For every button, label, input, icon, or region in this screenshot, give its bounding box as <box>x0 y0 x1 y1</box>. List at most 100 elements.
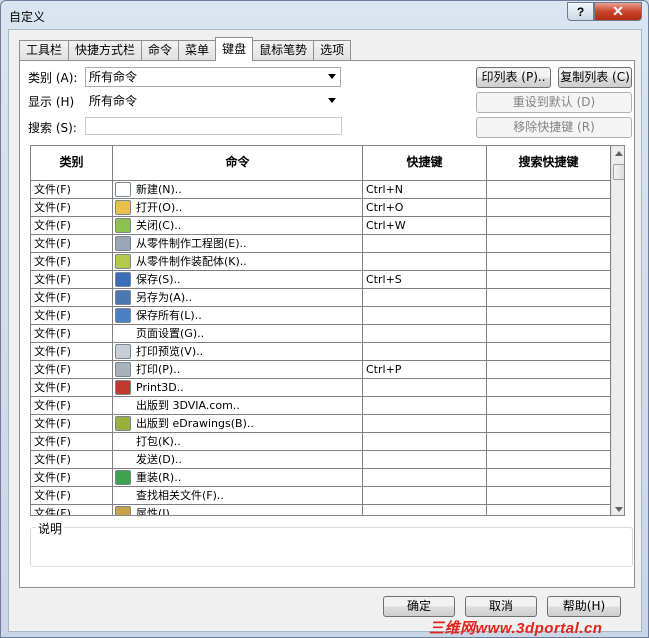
title-bar[interactable]: 自定义 ? ✕ <box>1 1 648 29</box>
cell-search-shortcut[interactable] <box>487 307 611 325</box>
cell-search-shortcut[interactable] <box>487 217 611 235</box>
cell-shortcut[interactable] <box>363 289 487 307</box>
table-row[interactable]: 文件(F) 出版到 eDrawings(B).. <box>31 415 611 433</box>
cell-shortcut[interactable] <box>363 415 487 433</box>
table-row[interactable]: 文件(F) 另存为(A).. <box>31 289 611 307</box>
remove-shortcut-button[interactable]: 移除快捷键 (R) <box>476 117 632 138</box>
cell-category: 文件(F) <box>31 235 113 253</box>
cell-shortcut[interactable] <box>363 235 487 253</box>
cell-search-shortcut[interactable] <box>487 361 611 379</box>
table-row[interactable]: 文件(F) 查找相关文件(F).. <box>31 487 611 505</box>
table-row[interactable]: 文件(F) 从零件制作装配体(K).. <box>31 253 611 271</box>
cell-search-shortcut[interactable] <box>487 343 611 361</box>
table-row[interactable]: 文件(F) 新建(N).. Ctrl+N <box>31 181 611 199</box>
cell-shortcut[interactable] <box>363 325 487 343</box>
cell-search-shortcut[interactable] <box>487 199 611 217</box>
cell-shortcut[interactable] <box>363 469 487 487</box>
cell-shortcut[interactable] <box>363 253 487 271</box>
cell-shortcut[interactable] <box>363 307 487 325</box>
column-header-shortcut[interactable]: 快捷键 <box>363 146 487 181</box>
copy-list-button[interactable]: 复制列表 (C) <box>558 67 632 88</box>
command-label: 出版到 3DVIA.com.. <box>136 399 240 412</box>
cell-shortcut[interactable] <box>363 505 487 515</box>
column-header-command[interactable]: 命令 <box>113 146 363 181</box>
cell-shortcut[interactable] <box>363 397 487 415</box>
table-body: 文件(F) 新建(N).. Ctrl+N 文件(F) 打开(O).. Ctrl+O 文件(F… <box>31 181 611 515</box>
table-row[interactable]: 文件(F) 打印预览(V).. <box>31 343 611 361</box>
cell-search-shortcut[interactable] <box>487 379 611 397</box>
table-row[interactable]: 文件(F) 关闭(C).. Ctrl+W <box>31 217 611 235</box>
command-label: 发送(D).. <box>136 453 183 466</box>
print-list-button[interactable]: 印列表 (P).. <box>476 67 551 88</box>
cell-shortcut[interactable]: Ctrl+N <box>363 181 487 199</box>
cell-shortcut[interactable]: Ctrl+S <box>363 271 487 289</box>
table-row[interactable]: 文件(F) 打开(O).. Ctrl+O <box>31 199 611 217</box>
show-dropdown[interactable]: 所有命令 <box>85 91 341 111</box>
cell-search-shortcut[interactable] <box>487 235 611 253</box>
close-icon[interactable]: ✕ <box>594 2 642 21</box>
help-icon[interactable]: ? <box>567 2 594 21</box>
cell-search-shortcut[interactable] <box>487 505 611 515</box>
tab-3[interactable]: 菜单 <box>178 40 217 61</box>
table-row[interactable]: 文件(F) 打印(P).. Ctrl+P <box>31 361 611 379</box>
tab-6[interactable]: 选项 <box>313 40 352 61</box>
table-row[interactable]: 文件(F) 保存所有(L).. <box>31 307 611 325</box>
table-row[interactable]: 文件(F) 打包(K).. <box>31 433 611 451</box>
table-row[interactable]: 文件(F) 属性(I).. <box>31 505 611 515</box>
cell-search-shortcut[interactable] <box>487 433 611 451</box>
cell-category: 文件(F) <box>31 451 113 469</box>
ok-button[interactable]: 确定 <box>383 596 455 617</box>
vertical-scrollbar[interactable] <box>611 146 624 515</box>
cell-shortcut[interactable] <box>363 487 487 505</box>
cell-category: 文件(F) <box>31 271 113 289</box>
cell-search-shortcut[interactable] <box>487 181 611 199</box>
cell-search-shortcut[interactable] <box>487 415 611 433</box>
tab-2[interactable]: 命令 <box>141 40 180 61</box>
cell-shortcut[interactable] <box>363 343 487 361</box>
cell-shortcut[interactable]: Ctrl+P <box>363 361 487 379</box>
customize-dialog: 自定义 ? ✕ 工具栏 快捷方式栏 命令 菜单 键盘 鼠标笔势 选项 类别 (A): 所有命… <box>0 0 649 638</box>
cell-search-shortcut[interactable] <box>487 451 611 469</box>
cell-search-shortcut[interactable] <box>487 469 611 487</box>
new-document-icon <box>115 182 131 197</box>
help-button[interactable]: 帮助(H) <box>547 596 621 617</box>
cell-shortcut[interactable]: Ctrl+O <box>363 199 487 217</box>
cell-search-shortcut[interactable] <box>487 325 611 343</box>
column-header-search-shortcut[interactable]: 搜索快捷键 <box>487 146 611 181</box>
cell-command: 属性(I).. <box>113 505 363 515</box>
cell-search-shortcut[interactable] <box>487 289 611 307</box>
tab-4[interactable]: 键盘 <box>215 37 254 61</box>
cell-search-shortcut[interactable] <box>487 253 611 271</box>
cell-search-shortcut[interactable] <box>487 397 611 415</box>
tab-5[interactable]: 鼠标笔势 <box>252 40 315 61</box>
cell-category: 文件(F) <box>31 487 113 505</box>
cell-shortcut[interactable] <box>363 379 487 397</box>
tab-0[interactable]: 工具栏 <box>19 40 70 61</box>
table-row[interactable]: 文件(F) 页面设置(G).. <box>31 325 611 343</box>
column-header-category[interactable]: 类别 <box>31 146 113 181</box>
category-dropdown[interactable]: 所有命令 <box>85 67 341 87</box>
tab-1[interactable]: 快捷方式栏 <box>68 40 143 61</box>
cell-category: 文件(F) <box>31 253 113 271</box>
command-label: 关闭(C).. <box>136 219 182 232</box>
cell-shortcut[interactable]: Ctrl+W <box>363 217 487 235</box>
reset-default-button[interactable]: 重设到默认 (D) <box>476 92 632 113</box>
cancel-button[interactable]: 取消 <box>465 596 537 617</box>
table-row[interactable]: 文件(F) 保存(S).. Ctrl+S <box>31 271 611 289</box>
table-row[interactable]: 文件(F) 发送(D).. <box>31 451 611 469</box>
table-row[interactable]: 文件(F) Print3D.. <box>31 379 611 397</box>
search-input[interactable] <box>85 117 342 135</box>
cell-category: 文件(F) <box>31 415 113 433</box>
table-row[interactable]: 文件(F) 从零件制作工程图(E).. <box>31 235 611 253</box>
cell-shortcut[interactable] <box>363 433 487 451</box>
cell-command: 保存(S).. <box>113 271 363 289</box>
scroll-thumb[interactable] <box>613 164 624 180</box>
scroll-up-icon[interactable] <box>612 146 624 161</box>
scroll-down-icon[interactable] <box>612 502 624 515</box>
table-row[interactable]: 文件(F) 重装(R).. <box>31 469 611 487</box>
dialog-client: 工具栏 快捷方式栏 命令 菜单 键盘 鼠标笔势 选项 类别 (A): 所有命令 显示 (H)… <box>8 29 642 632</box>
cell-search-shortcut[interactable] <box>487 271 611 289</box>
cell-search-shortcut[interactable] <box>487 487 611 505</box>
cell-shortcut[interactable] <box>363 451 487 469</box>
table-row[interactable]: 文件(F) 出版到 3DVIA.com.. <box>31 397 611 415</box>
